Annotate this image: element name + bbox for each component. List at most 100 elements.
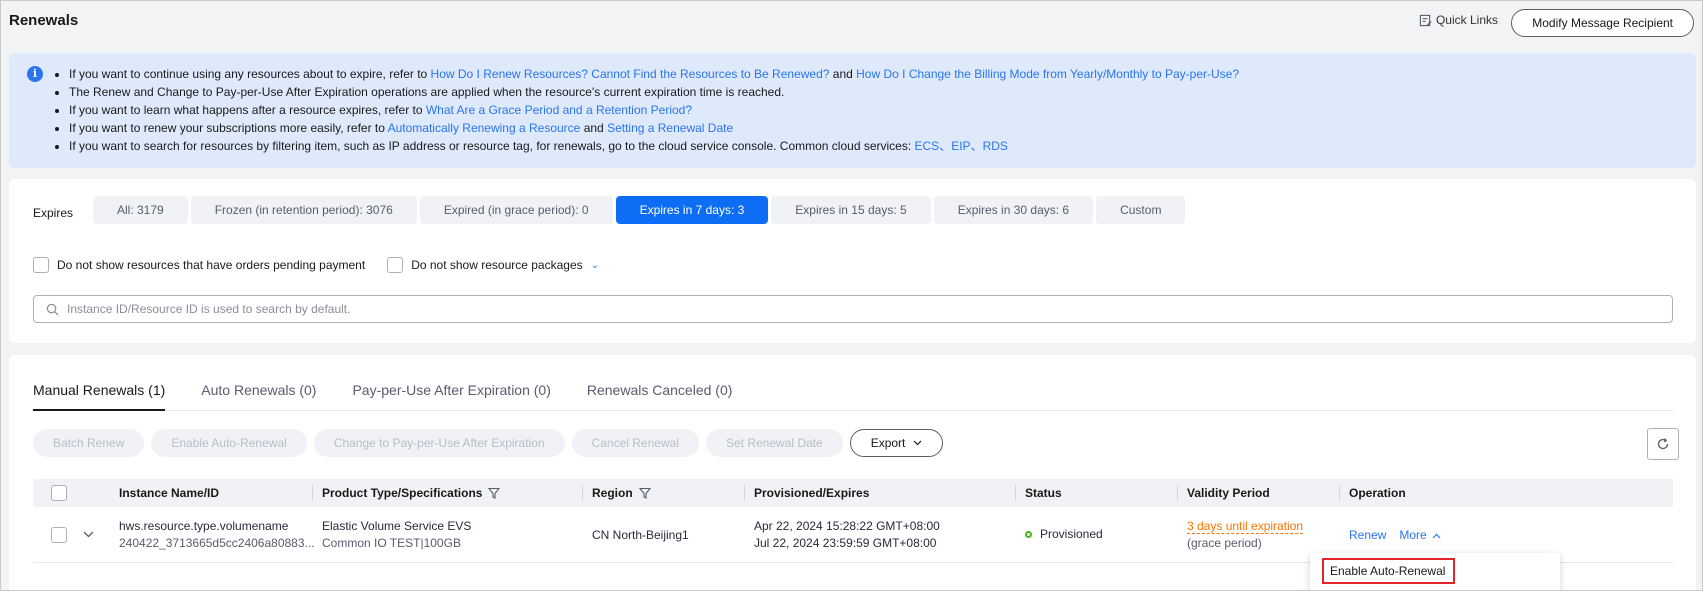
expires-filter-chips: All: 3179 Frozen (in retention period): … (93, 196, 1186, 224)
resource-packages-checkbox[interactable]: Do not show resource packages ⌄ (387, 257, 599, 273)
col-label: Region (592, 486, 633, 500)
validity-note: (grace period) (1187, 536, 1262, 550)
info-text: If you want to search for resources by f… (69, 139, 915, 153)
row-select-cell (51, 527, 67, 548)
col-label: Status (1025, 486, 1062, 500)
setting-renewal-date-link[interactable]: Setting a Renewal Date (607, 121, 733, 135)
col-label: Validity Period (1187, 486, 1270, 500)
validity-cell: 3 days until expiration (grace period) (1187, 518, 1304, 552)
change-billing-mode-link[interactable]: How Do I Change the Billing Mode from Ye… (856, 67, 1239, 81)
col-label: Instance Name/ID (119, 486, 220, 500)
tab-auto-renewals[interactable]: Auto Renewals (0) (201, 355, 316, 410)
instance-name: hws.resource.type.volumename (119, 519, 289, 533)
status-badge: Provisioned (1040, 527, 1103, 541)
info-text: If you want to learn what happens after … (69, 103, 426, 117)
checkbox-box[interactable] (33, 257, 49, 273)
export-button[interactable]: Export (849, 429, 944, 457)
checkbox-box[interactable] (387, 257, 404, 273)
chevron-down-icon (913, 440, 922, 446)
col-status: Status (1015, 479, 1062, 507)
chip-custom[interactable]: Custom (1096, 196, 1186, 224)
select-all-checkbox[interactable] (51, 485, 67, 501)
quick-links-icon (1419, 14, 1432, 26)
eip-link[interactable]: EIP (951, 139, 970, 153)
search-input[interactable] (67, 302, 1672, 316)
filter-icon[interactable] (638, 487, 651, 499)
column-divider (744, 485, 745, 501)
info-text: If you want to continue using any resour… (69, 67, 431, 81)
tab-renewals-canceled[interactable]: Renewals Canceled (0) (587, 355, 733, 410)
chip-frozen[interactable]: Frozen (in retention period): 3076 (190, 196, 417, 224)
column-divider (582, 485, 583, 501)
select-all-cell (51, 479, 67, 507)
col-product-type: Product Type/Specifications (312, 479, 501, 507)
ecs-link[interactable]: ECS (915, 139, 940, 153)
renew-link[interactable]: Renew (1349, 527, 1386, 544)
more-dropdown[interactable]: More (1399, 527, 1441, 544)
modify-message-recipient-button[interactable]: Modify Message Recipient (1511, 9, 1694, 37)
renewal-tabs: Manual Renewals (1) Auto Renewals (0) Pa… (33, 355, 1673, 411)
cancel-renewal-button[interactable]: Cancel Renewal (571, 429, 699, 457)
page-title: Renewals (9, 12, 79, 29)
change-to-pay-per-use-button[interactable]: Change to Pay-per-Use After Expiration (313, 429, 565, 457)
col-operation: Operation (1339, 479, 1406, 507)
search-box (33, 295, 1673, 323)
set-renewal-date-button[interactable]: Set Renewal Date (705, 429, 843, 457)
filter-icon[interactable] (488, 487, 501, 499)
tab-manual-renewals[interactable]: Manual Renewals (1) (33, 355, 166, 411)
info-line-renew: If you want to continue using any resour… (69, 65, 1696, 83)
page-header: Renewals Quick Links Modify Message Reci… (9, 7, 1694, 41)
chip-all[interactable]: All: 3179 (93, 196, 188, 224)
renewals-window: Renewals Quick Links Modify Message Reci… (0, 0, 1703, 591)
info-text: and (580, 121, 608, 135)
col-validity-period: Validity Period (1177, 479, 1270, 507)
more-dropdown-menu: Enable Auto-Renewal (1310, 553, 1560, 590)
quick-links-link[interactable]: Quick Links (1419, 13, 1498, 27)
separator: 、 (970, 139, 983, 153)
region-cell: CN North-Beijing1 (592, 528, 689, 542)
chip-expires-15-days[interactable]: Expires in 15 days: 5 (771, 196, 931, 224)
chevron-down-icon (83, 531, 94, 538)
refresh-button[interactable] (1647, 428, 1679, 460)
table-header: Instance Name/ID Product Type/Specificat… (33, 479, 1673, 507)
col-region: Region (582, 479, 651, 507)
column-divider (1177, 485, 1178, 501)
validity-expiration-link[interactable]: 3 days until expiration (1187, 519, 1304, 534)
col-label: Operation (1349, 486, 1406, 500)
tab-pay-per-use[interactable]: Pay-per-Use After Expiration (0) (352, 355, 550, 410)
status-cell: Provisioned (1025, 526, 1103, 543)
instance-name-cell: hws.resource.type.volumename 240422_3713… (119, 518, 315, 552)
batch-renew-button[interactable]: Batch Renew (33, 429, 145, 457)
filter-checkboxes: Do not show resources that have orders p… (33, 257, 599, 273)
quick-links-label: Quick Links (1435, 13, 1498, 27)
grace-period-link[interactable]: What Are a Grace Period and a Retention … (426, 103, 692, 117)
product-cell: Elastic Volume Service EVS Common IO TES… (322, 518, 471, 552)
enable-auto-renewal-button[interactable]: Enable Auto-Renewal (151, 429, 307, 457)
auto-renewing-link[interactable]: Automatically Renewing a Resource (388, 121, 581, 135)
info-list: If you want to continue using any resour… (59, 65, 1696, 155)
checkbox-label: Do not show resources that have orders p… (57, 258, 366, 272)
more-label: More (1399, 528, 1427, 542)
product-spec: Common IO TEST|100GB (322, 536, 461, 550)
refresh-icon (1657, 438, 1669, 450)
export-label: Export (870, 436, 906, 450)
search-icon (46, 303, 59, 315)
chip-expired[interactable]: Expired (in grace period): 0 (419, 196, 613, 224)
row-expand-toggle[interactable] (83, 526, 94, 543)
chip-expires-7-days[interactable]: Expires in 7 days: 3 (615, 196, 769, 224)
pending-payment-checkbox[interactable]: Do not show resources that have orders p… (33, 257, 365, 273)
info-text: If you want to renew your subscriptions … (69, 121, 388, 135)
product-type: Elastic Volume Service EVS (322, 519, 472, 533)
row-checkbox[interactable] (51, 527, 67, 543)
column-divider (1339, 485, 1340, 501)
chip-expires-30-days[interactable]: Expires in 30 days: 6 (933, 196, 1094, 224)
chevron-down-icon[interactable]: ⌄ (591, 260, 599, 271)
enable-auto-renewal-menu-item[interactable]: Enable Auto-Renewal (1322, 558, 1455, 584)
rds-link[interactable]: RDS (983, 139, 1008, 153)
operation-cell: Renew More (1349, 527, 1441, 544)
col-instance-name: Instance Name/ID (119, 479, 219, 507)
column-divider (312, 485, 313, 501)
info-line-apply: The Renew and Change to Pay-per-Use Afte… (69, 83, 1696, 101)
provisioned-cell: Apr 22, 2024 15:28:22 GMT+08:00 Jul 22, … (754, 518, 940, 552)
renew-resources-link[interactable]: How Do I Renew Resources? Cannot Find th… (431, 67, 830, 81)
